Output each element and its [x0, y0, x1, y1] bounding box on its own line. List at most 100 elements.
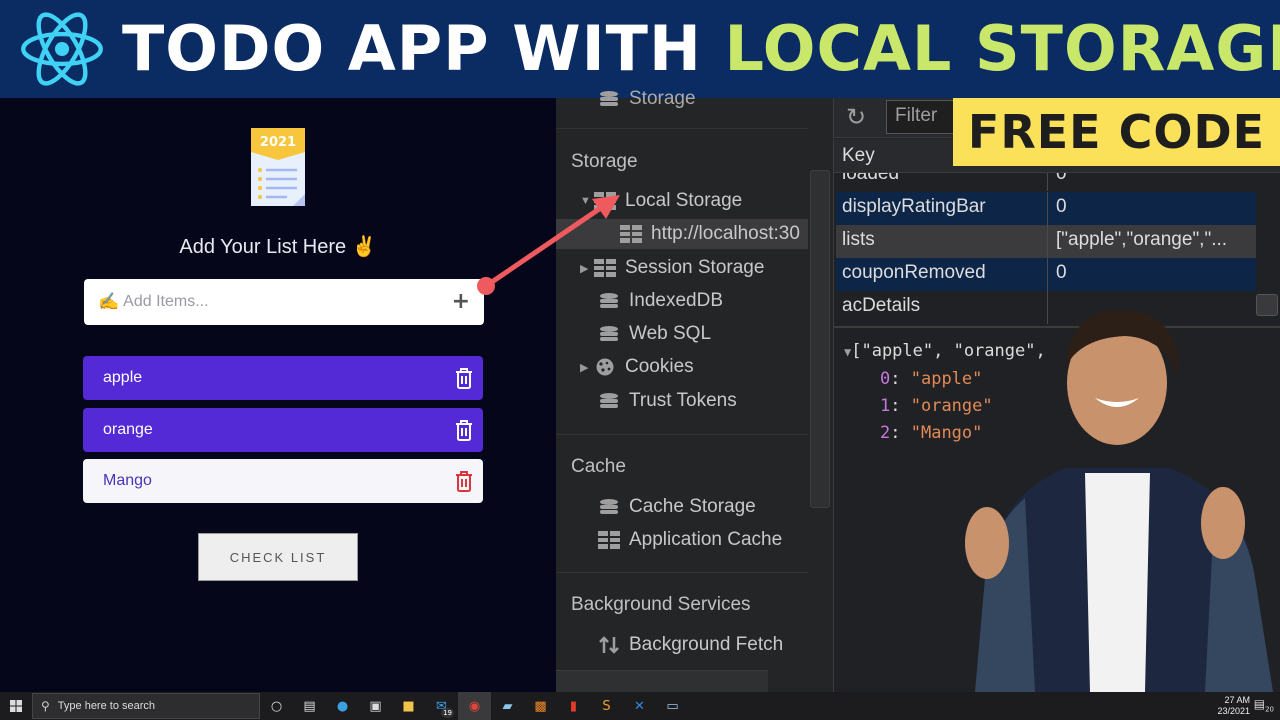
windows-icon [10, 700, 22, 712]
sidebar-item-label: Session Storage [625, 257, 765, 278]
system-clock[interactable]: 27 AM 23/2021 [1217, 692, 1250, 720]
database-icon [600, 326, 618, 341]
entry-index: 2 [880, 423, 891, 443]
sidebar-item-local-storage[interactable]: ▼ Local Storage [580, 186, 742, 216]
note-year: 2021 [260, 135, 296, 150]
file-explorer-icon[interactable]: ■ [392, 692, 425, 720]
caret-right-icon[interactable]: ▶ [580, 262, 594, 275]
check-list-button[interactable]: CHECK LIST [198, 533, 358, 581]
sidebar-item-label: Local Storage [625, 190, 743, 211]
add-item-input[interactable] [123, 293, 452, 311]
mail-badge: 19 [441, 708, 454, 718]
taskbar-search[interactable]: ⚲ Type here to search [32, 693, 260, 719]
row-value: 0 [1056, 262, 1067, 283]
sidebar-item-localhost[interactable]: http://localhost:30 [556, 219, 808, 249]
notepad-icon: 2021 [251, 128, 305, 206]
sidebar-item-label: Cache Storage [629, 496, 756, 517]
notification-count: 20 [1265, 705, 1274, 714]
database-icon [600, 393, 618, 408]
caret-down-icon[interactable]: ▼ [580, 195, 594, 207]
cortana-icon[interactable]: ○ [260, 692, 293, 720]
search-icon: ⚲ [41, 699, 50, 713]
divider [556, 572, 808, 573]
react-logo-icon [21, 12, 103, 86]
grid-icon [620, 225, 642, 243]
add-item-box: ✍️ + [84, 279, 484, 325]
table-row[interactable]: displayRatingBar 0 [836, 192, 1256, 225]
row-key: lists [836, 225, 1048, 258]
database-icon [600, 293, 618, 308]
clock-date: 23/2021 [1217, 706, 1250, 716]
table-row[interactable]: couponRemoved 0 [836, 258, 1256, 291]
mail-icon[interactable]: ✉ 19 [425, 692, 458, 720]
sidebar-item-background-fetch[interactable]: Background Fetch [598, 630, 783, 660]
entry-index: 0 [880, 369, 891, 389]
entry-index: 1 [880, 396, 891, 416]
row-value: 0 [1056, 196, 1067, 217]
sidebar-item-label: http://localhost:30 [651, 223, 800, 244]
todo-item: Mango [83, 459, 483, 503]
banner-title-highlight: LOCAL STORAGE [724, 12, 1280, 85]
store-icon[interactable]: ▣ [359, 692, 392, 720]
windows-taskbar: ⚲ Type here to search ○ ▤ ● ▣ ■ ✉ 19 ◉ ▰ … [0, 692, 1280, 720]
sidebar-item-label: Application Cache [629, 529, 783, 550]
refresh-icon[interactable]: ↻ [846, 103, 866, 132]
row-key: couponRemoved [836, 258, 1048, 291]
divider [556, 128, 808, 129]
sidebar-item-web-sql[interactable]: Web SQL [598, 319, 711, 349]
todo-item-label: apple [103, 369, 143, 386]
row-value: ["apple","orange","... [1056, 229, 1228, 250]
xampp-icon[interactable]: ▩ [524, 692, 557, 720]
devtools-sidebar: Storage Storage ▼ Local Storage http://l… [556, 88, 834, 692]
sidebar-item-indexeddb[interactable]: IndexedDB [598, 286, 723, 316]
clock-time: 27 AM [1224, 695, 1250, 705]
divider [556, 434, 808, 435]
grid-icon [594, 259, 616, 277]
office-icon[interactable]: ▮ [557, 692, 590, 720]
sidebar-item-session-storage[interactable]: ▶ Session Storage [580, 253, 764, 283]
sidebar-item-application-cache[interactable]: Application Cache [598, 525, 782, 555]
delete-icon[interactable] [455, 470, 473, 492]
todo-item: apple [83, 356, 483, 400]
database-icon [600, 499, 618, 514]
sidebar-item-trust-tokens[interactable]: Trust Tokens [598, 386, 737, 416]
sidebar-item-storage-top[interactable]: Storage [598, 84, 696, 114]
sidebar-item-label: IndexedDB [629, 290, 724, 311]
app-heading: Add Your List Here ✌️ [179, 236, 377, 258]
sidebar-item-cache-storage[interactable]: Cache Storage [598, 492, 756, 522]
sublime-icon[interactable]: S [590, 692, 623, 720]
todo-item-label: Mango [103, 472, 152, 489]
section-title-storage: Storage [571, 151, 638, 172]
notification-center-icon[interactable]: ▤20 [1254, 697, 1274, 713]
delete-icon[interactable] [455, 367, 473, 389]
row-value: 0 [1056, 173, 1067, 184]
table-row-selected[interactable]: lists ["apple","orange","... [836, 225, 1256, 258]
sidebar-item-label: Trust Tokens [629, 390, 737, 411]
vscode-icon[interactable]: ✕ [623, 692, 656, 720]
section-title-background-services: Background Services [571, 594, 751, 615]
task-view-icon[interactable]: ▤ [293, 692, 326, 720]
presenter-photo [965, 309, 1273, 692]
start-button[interactable] [0, 692, 32, 720]
sidebar-scrollbar[interactable] [810, 170, 830, 508]
cookie-icon [596, 358, 614, 376]
chrome-icon[interactable]: ◉ [458, 692, 491, 720]
delete-icon[interactable] [455, 419, 473, 441]
todo-app: 2021 Add Your List Here ✌️ ✍️ + apple or… [0, 98, 556, 690]
sidebar-item-label: Web SQL [629, 323, 712, 344]
caret-right-icon[interactable]: ▶ [580, 361, 594, 374]
database-icon [600, 91, 618, 106]
remote-desktop-icon[interactable]: ▭ [656, 692, 689, 720]
notepad-app-icon[interactable]: ▰ [491, 692, 524, 720]
add-item-button[interactable]: + [452, 291, 470, 313]
section-title-cache: Cache [571, 456, 626, 477]
writing-hand-icon: ✍️ [98, 292, 120, 312]
search-placeholder: Type here to search [57, 700, 156, 712]
grid-icon [598, 531, 620, 549]
banner-title-white: TODO APP WITH [122, 12, 725, 85]
table-row[interactable]: loaded 0 [836, 173, 1256, 191]
sidebar-item-cookies[interactable]: ▶ Cookies [580, 352, 694, 382]
sidebar-horizontal-scrollbar[interactable] [556, 670, 768, 692]
edge-icon[interactable]: ● [326, 692, 359, 720]
sidebar-item-label: Background Fetch [629, 634, 784, 655]
